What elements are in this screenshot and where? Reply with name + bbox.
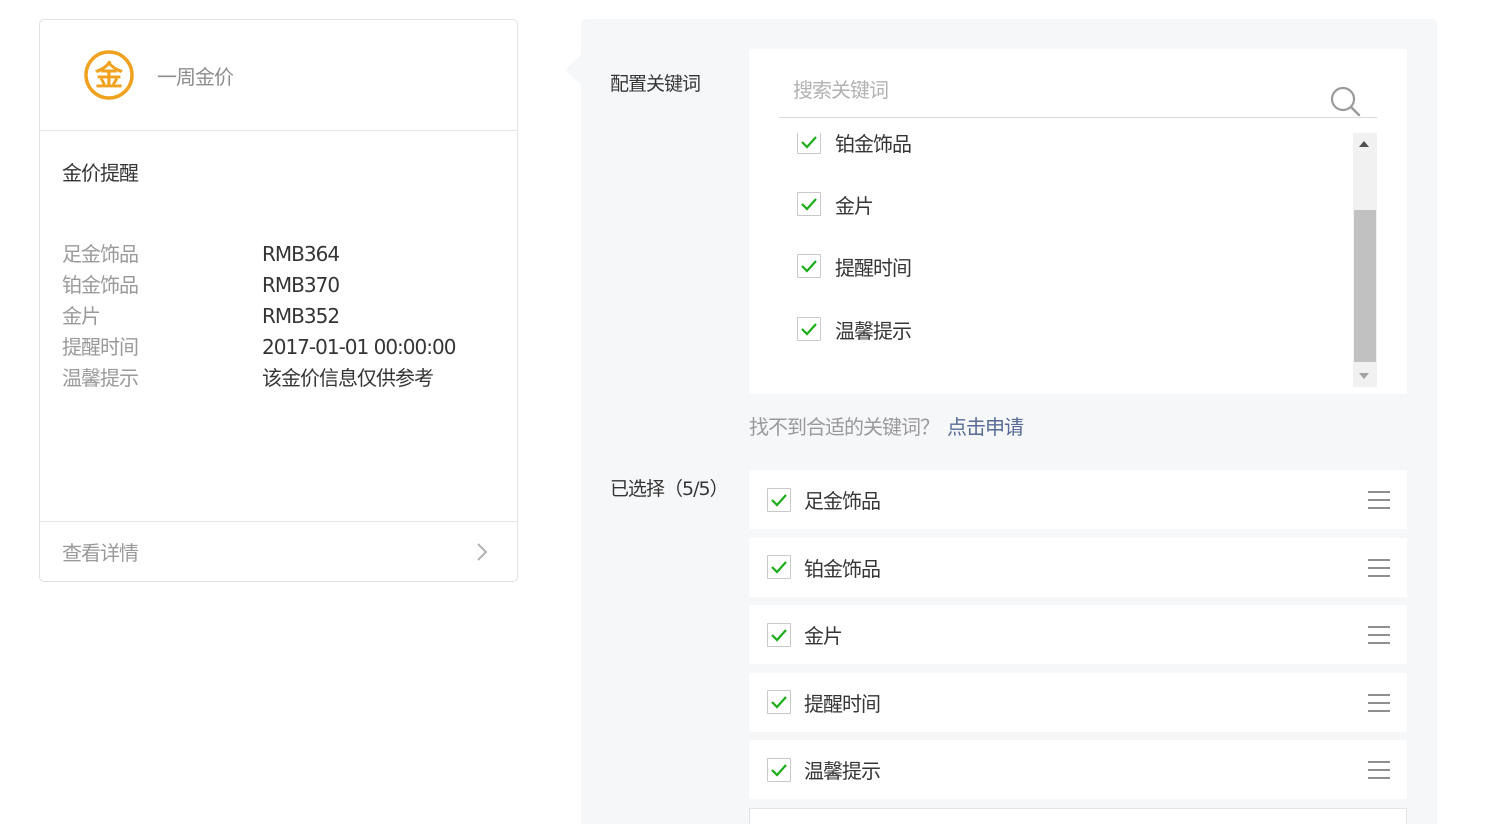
keywords-label: 配置关键词 [610, 73, 701, 95]
field-value: RMB370 [262, 273, 340, 297]
check-icon [771, 763, 787, 777]
logo-char: 金 [94, 59, 124, 92]
message-fields: 足金饰品 RMB364 铂金饰品 RMB370 金片 RMB352 提醒时间 2… [62, 239, 495, 394]
selected-item[interactable]: 金片 [749, 605, 1407, 664]
checkbox-checked[interactable] [797, 254, 821, 278]
check-icon [771, 628, 787, 642]
check-icon [801, 136, 817, 149]
apply-keyword-link[interactable]: 点击申请 [947, 415, 1024, 439]
selected-label: 已选择（5/5） [610, 478, 729, 500]
check-icon [771, 696, 787, 709]
drag-handle-icon[interactable] [1368, 761, 1390, 779]
checkbox-checked[interactable] [767, 555, 791, 579]
drag-handle-icon[interactable] [1368, 693, 1390, 712]
checkbox-checked[interactable] [797, 192, 821, 216]
field-row: 温馨提示 该金价信息仅供参考 [62, 363, 495, 394]
search-bar [779, 67, 1377, 118]
keyword-option-label: 温馨提示 [835, 318, 912, 343]
field-row: 铂金饰品 RMB370 [62, 270, 495, 301]
drag-handle-icon[interactable] [1368, 491, 1390, 509]
scrollbar-thumb[interactable] [1354, 210, 1376, 362]
field-key: 提醒时间 [62, 335, 139, 359]
checkbox-checked[interactable] [767, 690, 791, 714]
selected-item-label: 温馨提示 [804, 759, 881, 783]
view-details-link[interactable]: 查看详情 [40, 521, 517, 581]
keyword-option[interactable]: 铂金饰品 [797, 133, 912, 157]
selected-item[interactable]: 足金饰品 [749, 470, 1407, 529]
keyword-option[interactable]: 温馨提示 [797, 314, 912, 344]
scroll-down-arrow-icon[interactable] [1359, 373, 1369, 379]
checkbox-checked[interactable] [767, 622, 791, 647]
keyword-option-list: 铂金饰品 金片 提醒时间 温馨提示 [779, 133, 1353, 387]
keyword-config-panel: 配置关键词 铂金饰品 金片 [565, 19, 1437, 824]
selected-item-label: 足金饰品 [804, 489, 881, 513]
checkbox-checked[interactable] [797, 317, 821, 341]
selected-item-label: 提醒时间 [804, 691, 881, 716]
selected-item-label: 金片 [804, 624, 843, 648]
keyword-option-label: 金片 [835, 193, 874, 218]
check-icon [801, 260, 817, 273]
preview-body: 金价提醒 足金饰品 RMB364 铂金饰品 RMB370 金片 RMB352 提… [40, 131, 517, 521]
field-value: 该金价信息仅供参考 [262, 366, 434, 390]
keyword-option[interactable]: 提醒时间 [797, 251, 912, 281]
field-key: 足金饰品 [62, 242, 139, 266]
selected-keyword-list: 足金饰品 铂金饰品 金片 提醒时间 温馨提示 [749, 470, 1407, 824]
field-row: 提醒时间 2017-01-01 00:00:00 [62, 332, 495, 363]
check-icon [801, 323, 817, 336]
hint-text: 找不到合适的关键词？ [749, 415, 940, 439]
selected-item[interactable]: 提醒时间 [749, 672, 1407, 732]
field-key: 温馨提示 [62, 366, 139, 390]
keyword-option-label: 铂金饰品 [835, 133, 912, 156]
account-name: 一周金价 [157, 64, 234, 89]
search-input[interactable] [779, 67, 1319, 113]
chevron-right-icon [477, 542, 488, 561]
field-key: 铂金饰品 [62, 273, 139, 297]
selected-item[interactable]: 铂金饰品 [749, 537, 1407, 597]
check-icon [771, 561, 787, 574]
message-preview-card: 金 一周金价 金价提醒 足金饰品 RMB364 铂金饰品 RMB370 金片 R… [39, 19, 518, 582]
check-icon [801, 198, 817, 211]
field-value: RMB364 [262, 242, 340, 266]
checkbox-checked[interactable] [767, 487, 791, 512]
checkbox-checked[interactable] [767, 757, 791, 782]
preview-header: 金 一周金价 [40, 20, 517, 131]
drag-handle-icon[interactable] [1368, 626, 1390, 644]
field-row: 足金饰品 RMB364 [62, 239, 495, 270]
keyword-option-label: 提醒时间 [835, 255, 912, 280]
check-icon [771, 493, 787, 507]
selected-item-label: 铂金饰品 [804, 556, 881, 581]
field-key: 金片 [62, 304, 101, 328]
keyword-list-scrollbar[interactable] [1353, 133, 1377, 387]
gold-logo-icon: 金 [84, 50, 134, 100]
keyword-hint: 找不到合适的关键词？ 点击申请 [749, 411, 1024, 440]
message-title: 金价提醒 [62, 161, 139, 185]
scroll-up-arrow-icon[interactable] [1359, 141, 1369, 147]
panel-pointer [565, 55, 581, 85]
selected-item[interactable]: 温馨提示 [749, 740, 1407, 799]
keyword-option[interactable]: 金片 [797, 189, 874, 219]
field-row: 金片 RMB352 [62, 301, 495, 332]
field-value: RMB352 [262, 304, 340, 328]
search-icon[interactable] [1329, 85, 1361, 117]
view-details-label: 查看详情 [62, 541, 139, 565]
drag-handle-icon[interactable] [1368, 558, 1390, 577]
checkbox-checked[interactable] [797, 133, 821, 154]
field-value: 2017-01-01 00:00:00 [262, 335, 456, 359]
keyword-picker: 铂金饰品 金片 提醒时间 温馨提示 [749, 49, 1407, 394]
next-field-partial [749, 807, 1407, 824]
